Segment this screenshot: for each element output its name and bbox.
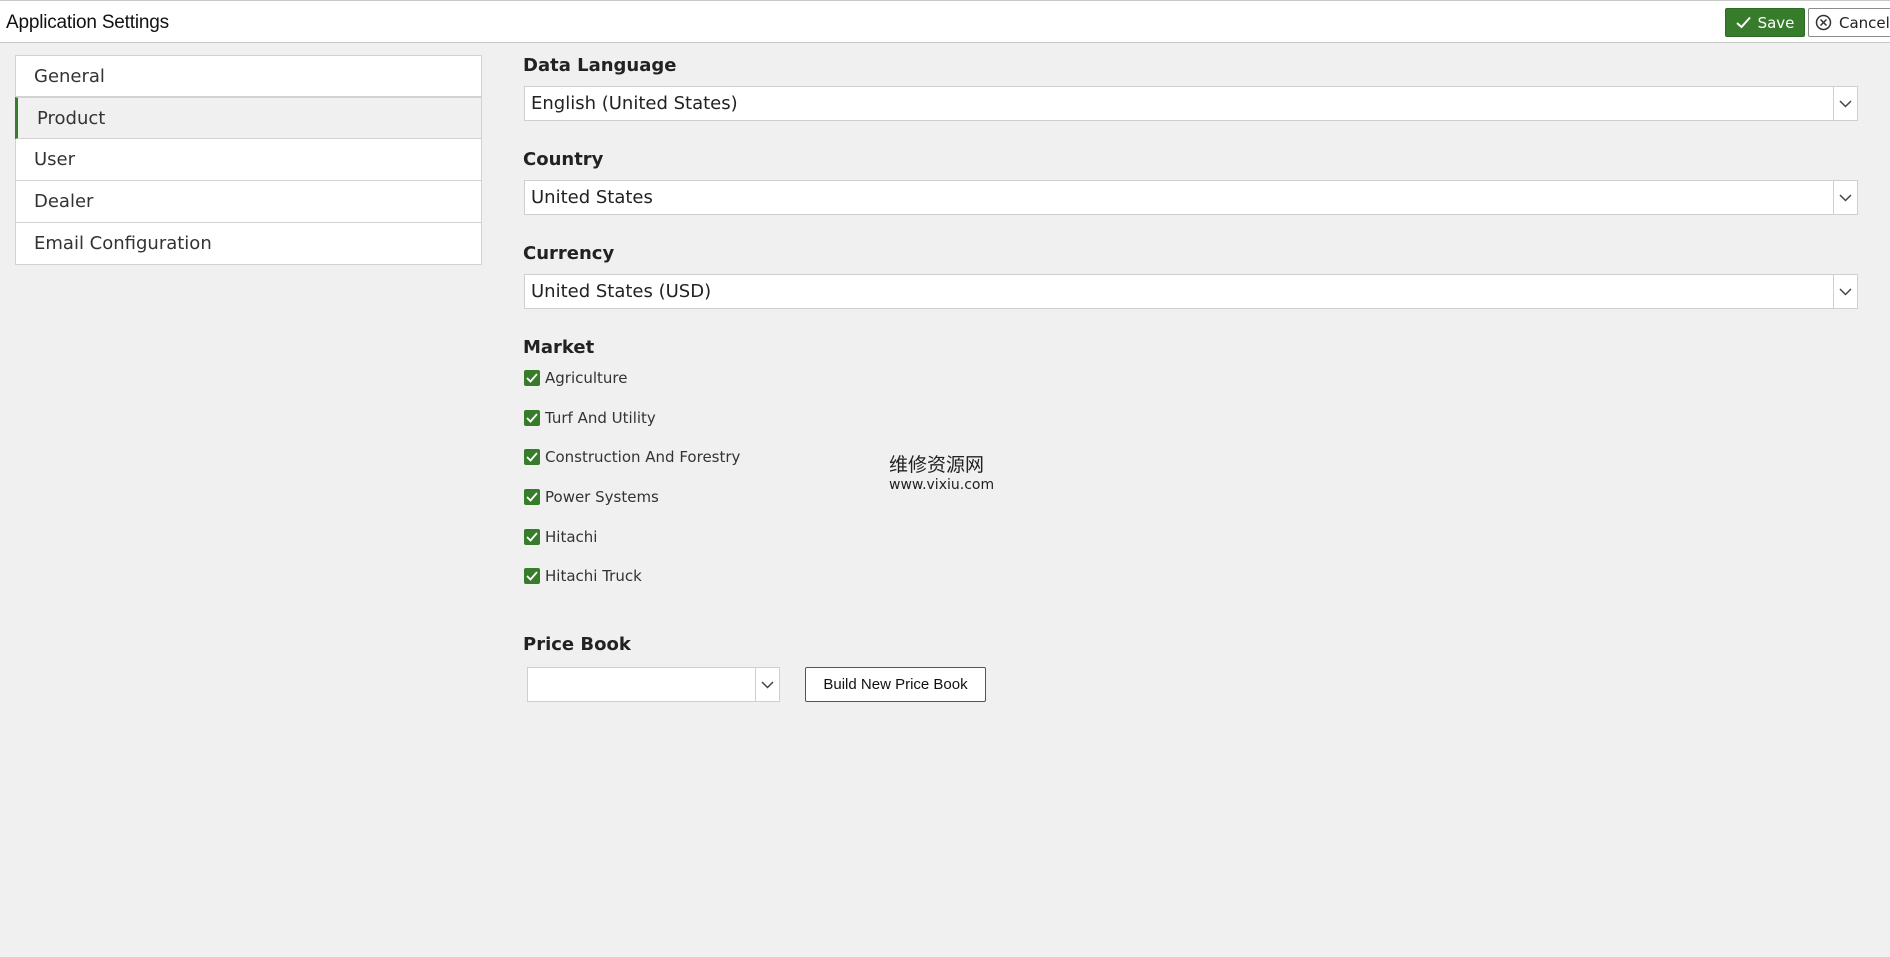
top-bar: Application Settings Save Cancel [0, 0, 1890, 43]
market-option-agriculture[interactable]: Agriculture [524, 369, 628, 387]
page-title: Application Settings [6, 12, 169, 33]
settings-sidebar: General Product User Dealer Email Config… [15, 55, 482, 265]
cancel-button-label: Cancel [1839, 13, 1890, 32]
checkbox-checked-icon[interactable] [524, 370, 540, 386]
watermark-url: www.vixiu.com [889, 476, 995, 493]
build-new-price-book-button[interactable]: Build New Price Book [805, 667, 986, 702]
save-button-label: Save [1757, 13, 1795, 32]
sidebar-item-email-configuration[interactable]: Email Configuration [15, 223, 482, 265]
market-option-turf-and-utility[interactable]: Turf And Utility [524, 409, 656, 427]
market-option-construction-and-forestry[interactable]: Construction And Forestry [524, 448, 740, 466]
checkbox-checked-icon[interactable] [524, 410, 540, 426]
country-select[interactable]: United States [524, 180, 1858, 215]
country-value: United States [531, 187, 653, 208]
price-book-label: Price Book [523, 634, 631, 655]
sidebar-item-user[interactable]: User [15, 139, 482, 181]
market-option-power-systems[interactable]: Power Systems [524, 488, 659, 506]
check-icon [1735, 16, 1751, 29]
data-language-value: English (United States) [531, 93, 738, 114]
market-option-hitachi[interactable]: Hitachi [524, 528, 597, 546]
market-option-label: Construction And Forestry [545, 448, 741, 466]
chevron-down-icon [1833, 87, 1857, 120]
data-language-label: Data Language [523, 55, 677, 76]
currency-select[interactable]: United States (USD) [524, 274, 1858, 309]
chevron-down-icon [1833, 181, 1857, 214]
market-label: Market [523, 337, 595, 358]
cancel-button[interactable]: Cancel [1808, 8, 1890, 37]
sidebar-item-product[interactable]: Product [15, 97, 482, 139]
checkbox-checked-icon[interactable] [524, 489, 540, 505]
market-option-label: Turf And Utility [545, 409, 656, 427]
chevron-down-icon [1833, 275, 1857, 308]
checkbox-checked-icon[interactable] [524, 529, 540, 545]
currency-value: United States (USD) [531, 281, 712, 302]
market-option-label: Power Systems [545, 488, 659, 506]
chevron-down-icon [755, 668, 779, 701]
currency-label: Currency [523, 243, 615, 264]
save-button[interactable]: Save [1725, 8, 1805, 37]
watermark: 维修资源网 www.vixiu.com [889, 454, 995, 493]
data-language-select[interactable]: English (United States) [524, 86, 1858, 121]
checkbox-checked-icon[interactable] [524, 568, 540, 584]
market-option-hitachi-truck[interactable]: Hitachi Truck [524, 567, 642, 585]
country-label: Country [523, 149, 604, 170]
market-option-label: Agriculture [545, 369, 628, 387]
checkbox-checked-icon[interactable] [524, 449, 540, 465]
market-option-label: Hitachi [545, 528, 598, 546]
sidebar-item-general[interactable]: General [15, 55, 482, 97]
market-option-label: Hitachi Truck [545, 567, 642, 585]
close-circle-icon [1815, 14, 1832, 31]
price-book-select[interactable] [527, 667, 780, 702]
sidebar-item-dealer[interactable]: Dealer [15, 181, 482, 223]
watermark-text: 维修资源网 [889, 454, 985, 476]
